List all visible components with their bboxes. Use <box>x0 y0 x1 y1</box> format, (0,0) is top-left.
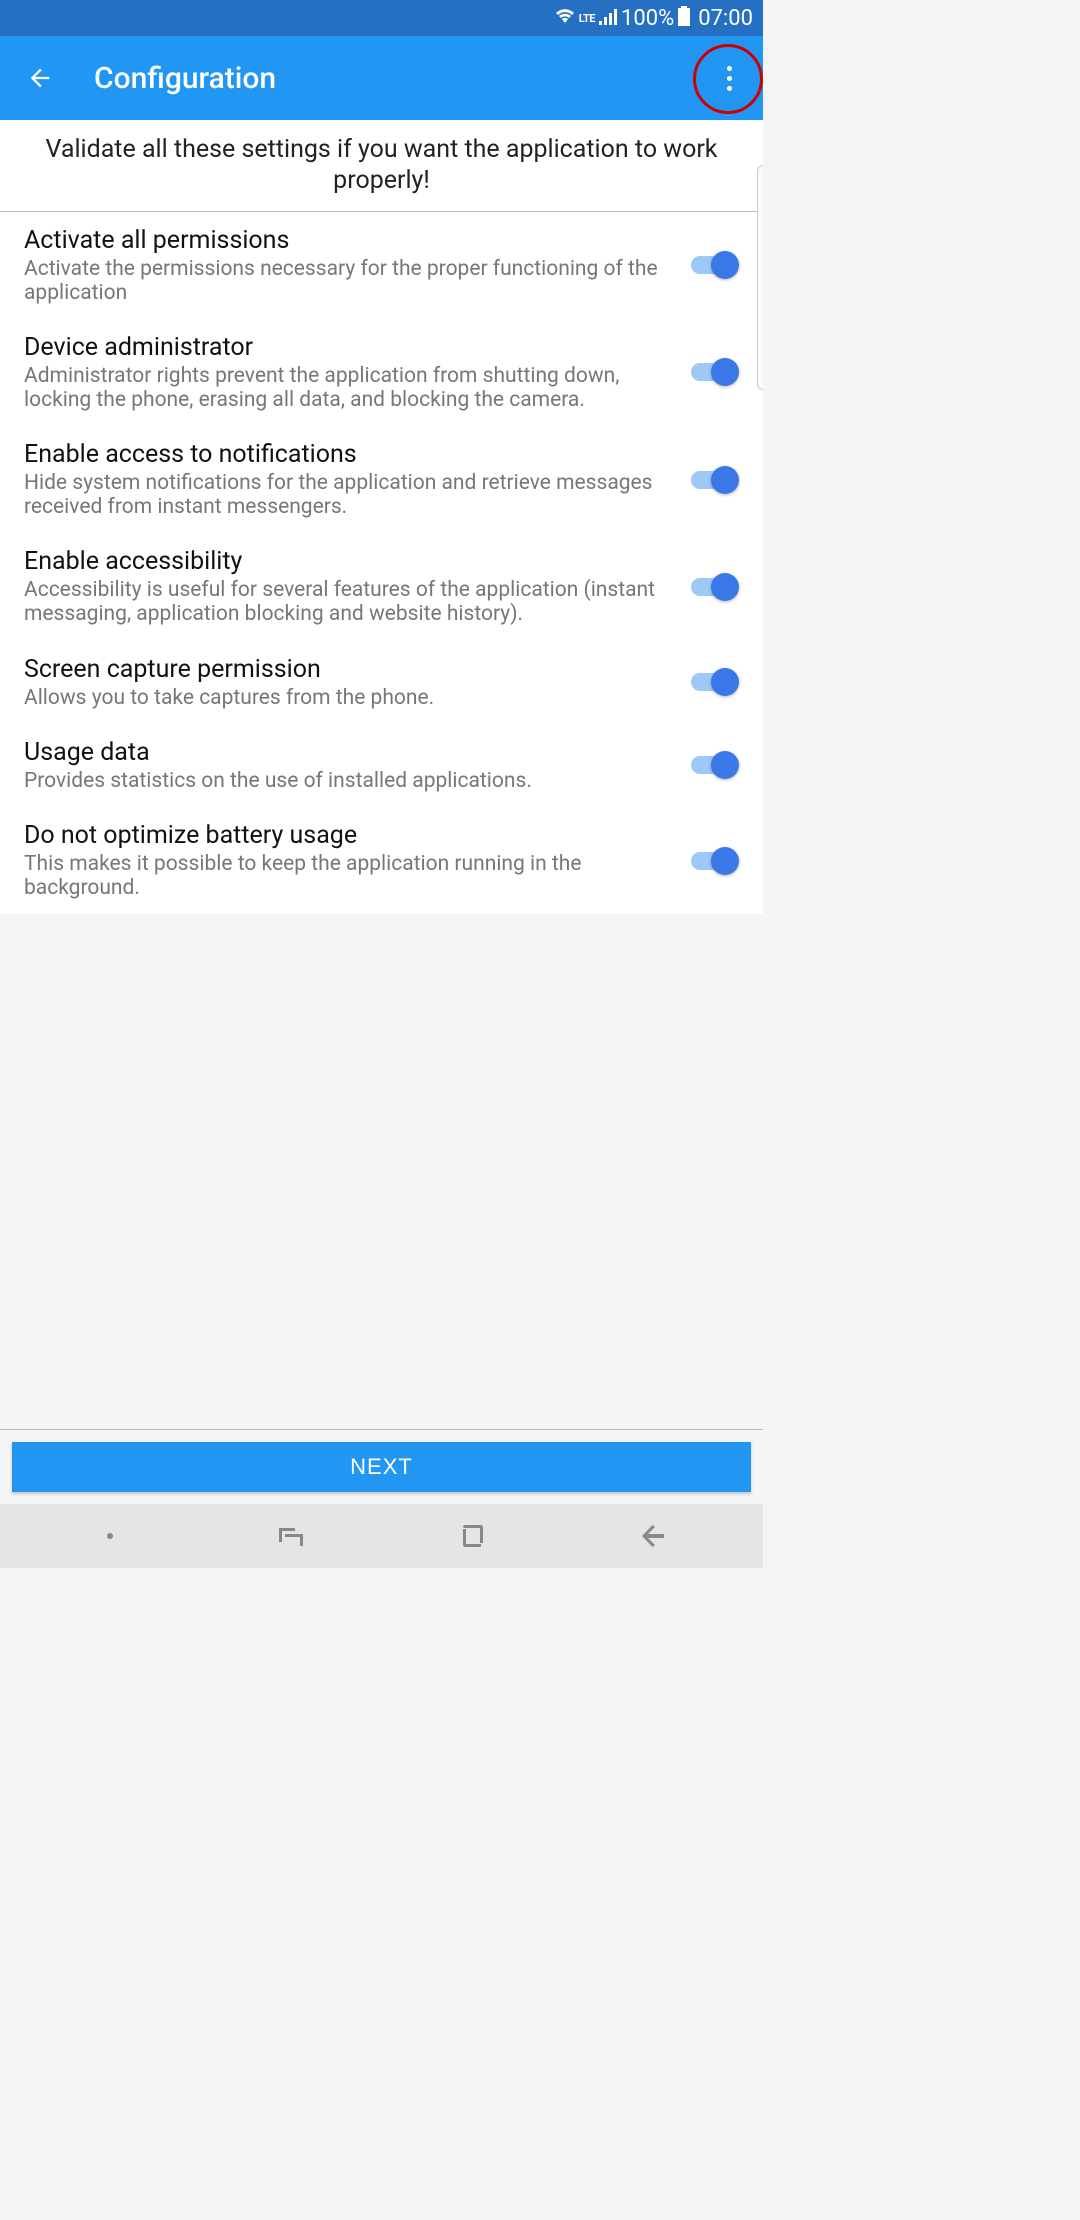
recents-icon <box>277 1524 305 1548</box>
toggle-device-admin[interactable] <box>687 356 739 388</box>
toggle-notifications[interactable] <box>687 464 739 496</box>
network-type: LTE <box>579 12 595 25</box>
setting-desc: Administrator rights prevent the applica… <box>24 364 669 412</box>
nav-home[interactable] <box>432 1516 512 1556</box>
setting-desc: Accessibility is useful for several feat… <box>24 578 669 626</box>
more-vert-icon <box>727 66 732 71</box>
clock: 07:00 <box>698 6 753 31</box>
nav-recents[interactable] <box>251 1516 331 1556</box>
footer: NEXT <box>0 1429 763 1504</box>
setting-title: Enable accessibility <box>24 547 669 576</box>
nav-back[interactable] <box>613 1516 693 1556</box>
setting-title: Activate all permissions <box>24 226 669 255</box>
toggle-accessibility[interactable] <box>687 571 739 603</box>
setting-device-admin[interactable]: Device administrator Administrator right… <box>0 319 763 426</box>
setting-notifications[interactable]: Enable access to notifications Hide syst… <box>0 426 763 533</box>
setting-title: Enable access to notifications <box>24 440 669 469</box>
toggle-usage-data[interactable] <box>687 749 739 781</box>
battery-percent: 100% <box>621 6 674 31</box>
setting-usage-data[interactable]: Usage data Provides statistics on the us… <box>0 724 763 807</box>
setting-battery-opt[interactable]: Do not optimize battery usage This makes… <box>0 807 763 914</box>
toggle-battery-opt[interactable] <box>687 845 739 877</box>
status-bar: LTE 100% 07:00 <box>0 0 763 36</box>
back-icon <box>640 1524 666 1548</box>
setting-desc: Allows you to take captures from the pho… <box>24 686 669 710</box>
toggle-permissions[interactable] <box>687 249 739 281</box>
signal-icon <box>599 7 617 30</box>
home-icon <box>459 1523 485 1549</box>
setting-screen-capture[interactable]: Screen capture permission Allows you to … <box>0 641 763 724</box>
setting-title: Device administrator <box>24 333 669 362</box>
page-title: Configuration <box>94 61 276 96</box>
setting-permissions[interactable]: Activate all permissions Activate the pe… <box>0 212 763 319</box>
dot-icon <box>105 1531 115 1541</box>
battery-icon <box>678 6 690 31</box>
setting-desc: Provides statistics on the use of instal… <box>24 769 669 793</box>
nav-indicator[interactable] <box>70 1516 150 1556</box>
app-bar: Configuration <box>0 36 763 120</box>
settings-list: Activate all permissions Activate the pe… <box>0 212 763 915</box>
setting-desc: Activate the permissions necessary for t… <box>24 257 669 305</box>
scrollbar[interactable] <box>757 165 763 390</box>
setting-title: Usage data <box>24 738 669 767</box>
more-options-button[interactable] <box>709 58 749 98</box>
setting-desc: Hide system notifications for the applic… <box>24 471 669 519</box>
instruction-text: Validate all these settings if you want … <box>0 120 763 212</box>
wifi-icon <box>555 7 575 30</box>
nav-bar <box>0 1504 763 1568</box>
setting-desc: This makes it possible to keep the appli… <box>24 852 669 900</box>
setting-accessibility[interactable]: Enable accessibility Accessibility is us… <box>0 533 763 640</box>
setting-title: Do not optimize battery usage <box>24 821 669 850</box>
back-button[interactable] <box>20 58 60 98</box>
arrow-back-icon <box>26 64 54 92</box>
toggle-screen-capture[interactable] <box>687 666 739 698</box>
next-button[interactable]: NEXT <box>12 1442 751 1492</box>
setting-title: Screen capture permission <box>24 655 669 684</box>
